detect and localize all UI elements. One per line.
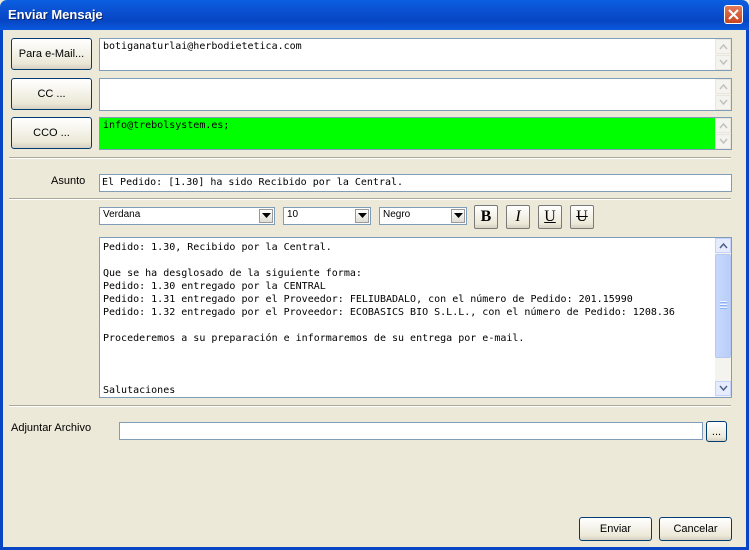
color-select[interactable]: Negro: [379, 207, 467, 225]
chevron-up-icon: [719, 83, 728, 90]
separator: [9, 405, 731, 407]
font-value: Verdana: [103, 209, 141, 220]
font-select[interactable]: Verdana: [99, 207, 275, 225]
chevron-down-icon: [719, 99, 728, 106]
chevron-down-icon: [719, 138, 728, 145]
cco-field[interactable]: info@trebolsystem.es;: [99, 117, 732, 150]
cancel-label: Cancelar: [673, 523, 718, 535]
subject-label: Asunto: [51, 175, 86, 187]
chevron-up-icon: [719, 122, 728, 129]
scroll-up-button[interactable]: [715, 79, 731, 94]
attachment-input[interactable]: [119, 422, 703, 440]
cco-value: info@trebolsystem.es;: [103, 120, 230, 131]
chevron-down-icon: [262, 213, 271, 218]
chevron-up-icon: [719, 43, 728, 50]
send-label: Enviar: [599, 523, 632, 535]
message-body[interactable]: Pedido: 1.30, Recibido por la Central. Q…: [99, 237, 732, 398]
separator: [9, 198, 731, 200]
cc-scrollbar[interactable]: [715, 79, 731, 110]
bold-button[interactable]: B: [474, 205, 498, 229]
size-select[interactable]: 10: [283, 207, 371, 225]
para-email-button[interactable]: Para e-Mail...: [11, 38, 92, 70]
attachment-label: Adjuntar Archivo: [11, 422, 92, 434]
cancel-button[interactable]: Cancelar: [659, 517, 732, 541]
scroll-down-button[interactable]: [715, 55, 731, 70]
send-button[interactable]: Enviar: [579, 517, 652, 541]
scroll-down-button[interactable]: [715, 134, 731, 149]
browse-button[interactable]: ...: [706, 421, 727, 442]
chevron-up-icon: [719, 242, 728, 249]
chevron-down-icon: [454, 213, 463, 218]
close-icon: [728, 9, 739, 20]
message-body-text: Pedido: 1.30, Recibido por la Central. Q…: [103, 242, 675, 396]
strikethrough-button[interactable]: U: [570, 205, 594, 229]
cco-scrollbar[interactable]: [715, 118, 731, 149]
para-scrollbar[interactable]: [715, 39, 731, 70]
scroll-up-button[interactable]: [715, 118, 731, 133]
chevron-down-icon: [719, 385, 728, 392]
scroll-down-button[interactable]: [715, 95, 731, 110]
chevron-down-icon: [358, 213, 367, 218]
close-button[interactable]: [724, 5, 743, 24]
cc-field[interactable]: [99, 78, 732, 111]
para-email-value: botiganaturlai@herbodietetica.com: [103, 41, 302, 52]
title-bar[interactable]: Enviar Mensaje: [0, 0, 749, 30]
underline-button[interactable]: U: [538, 205, 562, 229]
body-scrollbar[interactable]: [715, 238, 731, 397]
italic-button[interactable]: I: [506, 205, 530, 229]
cc-button[interactable]: CC ...: [11, 78, 92, 110]
scroll-thumb[interactable]: [715, 254, 731, 358]
subject-input[interactable]: El Pedido: [1.30] ha sido Recibido por l…: [99, 174, 732, 192]
chevron-down-icon: [719, 59, 728, 66]
scroll-up-button[interactable]: [715, 39, 731, 54]
separator: [9, 157, 731, 159]
window-title: Enviar Mensaje: [8, 7, 103, 22]
size-value: 10: [287, 209, 299, 220]
scroll-up-button[interactable]: [715, 238, 731, 253]
cco-button[interactable]: CCO ...: [11, 117, 92, 149]
para-email-field[interactable]: botiganaturlai@herbodietetica.com: [99, 38, 732, 71]
color-value: Negro: [383, 209, 411, 220]
scroll-down-button[interactable]: [715, 381, 731, 396]
